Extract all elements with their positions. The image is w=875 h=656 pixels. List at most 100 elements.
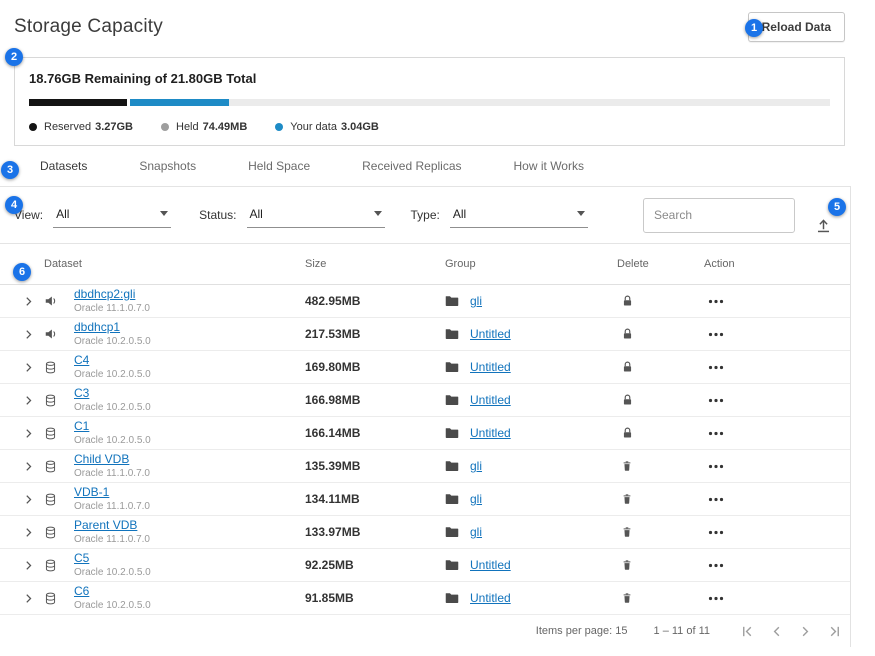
row-actions-button[interactable] bbox=[700, 596, 790, 601]
delete-cell[interactable] bbox=[613, 591, 700, 605]
delete-cell[interactable] bbox=[613, 459, 700, 473]
expand-row-button[interactable] bbox=[12, 428, 44, 439]
capacity-card: 18.76GB Remaining of 21.80GB Total Reser… bbox=[14, 57, 845, 146]
folder-icon bbox=[445, 361, 459, 373]
group-name-link[interactable]: gli bbox=[470, 492, 482, 506]
dataset-name-link[interactable]: C1 bbox=[74, 420, 305, 433]
row-actions-button[interactable] bbox=[700, 365, 790, 370]
dsource-speaker-icon bbox=[44, 327, 58, 341]
expand-row-button[interactable] bbox=[12, 395, 44, 406]
group-name-link[interactable]: Untitled bbox=[470, 393, 511, 407]
first-page-button[interactable] bbox=[740, 624, 755, 639]
tab-received-replicas[interactable]: Received Replicas bbox=[362, 159, 461, 173]
more-options-icon bbox=[708, 431, 724, 436]
delete-cell[interactable] bbox=[613, 426, 700, 440]
group-name-link[interactable]: gli bbox=[470, 459, 482, 473]
delete-cell[interactable] bbox=[613, 492, 700, 506]
size-cell: 217.53MB bbox=[305, 327, 445, 341]
group-name-link[interactable]: Untitled bbox=[470, 327, 511, 341]
chevron-right-icon bbox=[23, 593, 34, 604]
row-actions-button[interactable] bbox=[700, 299, 790, 304]
row-actions-button[interactable] bbox=[700, 431, 790, 436]
group-name-link[interactable]: Untitled bbox=[470, 591, 511, 605]
folder-icon bbox=[445, 295, 459, 307]
chevron-down-icon bbox=[577, 211, 585, 216]
folder-icon bbox=[445, 526, 459, 538]
group-cell: gli bbox=[445, 525, 613, 539]
group-name-link[interactable]: Untitled bbox=[470, 360, 511, 374]
lock-icon bbox=[621, 393, 634, 407]
expand-row-button[interactable] bbox=[12, 329, 44, 340]
status-filter-select[interactable]: All bbox=[247, 203, 385, 228]
vdb-database-icon bbox=[44, 427, 57, 440]
dataset-name-link[interactable]: dbdhcp1 bbox=[74, 321, 305, 334]
view-filter-value: All bbox=[56, 207, 69, 221]
status-filter-value: All bbox=[250, 207, 263, 221]
dataset-cell: VDB-1 Oracle 11.1.0.7.0 bbox=[74, 486, 305, 512]
expand-row-button[interactable] bbox=[12, 593, 44, 604]
row-actions-button[interactable] bbox=[700, 497, 790, 502]
tab-snapshots[interactable]: Snapshots bbox=[139, 159, 196, 173]
pagination-range: 1 – 11 of 11 bbox=[654, 625, 710, 637]
dataset-name-link[interactable]: C6 bbox=[74, 585, 305, 598]
next-page-button[interactable] bbox=[798, 624, 813, 639]
dataset-type-icon-cell bbox=[44, 327, 74, 341]
export-button[interactable] bbox=[815, 217, 832, 234]
expand-row-button[interactable] bbox=[12, 527, 44, 538]
tab-held-space[interactable]: Held Space bbox=[248, 159, 310, 173]
group-name-link[interactable]: Untitled bbox=[470, 426, 511, 440]
delete-cell[interactable] bbox=[613, 393, 700, 407]
last-page-button[interactable] bbox=[827, 624, 842, 639]
tab-datasets[interactable]: Datasets bbox=[40, 159, 87, 173]
column-header-size[interactable]: Size bbox=[305, 258, 445, 270]
delete-cell[interactable] bbox=[613, 558, 700, 572]
more-options-icon bbox=[708, 398, 724, 403]
folder-icon bbox=[445, 592, 459, 604]
delete-cell[interactable] bbox=[613, 294, 700, 308]
column-header-delete: Delete bbox=[613, 258, 700, 270]
dataset-name-link[interactable]: Child VDB bbox=[74, 453, 305, 466]
size-cell: 92.25MB bbox=[305, 558, 445, 572]
tab-how-it-works[interactable]: How it Works bbox=[514, 159, 584, 173]
expand-row-button[interactable] bbox=[12, 560, 44, 571]
expand-row-button[interactable] bbox=[12, 296, 44, 307]
group-cell: gli bbox=[445, 459, 613, 473]
type-filter-select[interactable]: All bbox=[450, 203, 588, 228]
delete-cell[interactable] bbox=[613, 525, 700, 539]
dataset-name-link[interactable]: VDB-1 bbox=[74, 486, 305, 499]
row-actions-button[interactable] bbox=[700, 464, 790, 469]
callout-3: 3 bbox=[1, 161, 19, 179]
previous-page-button[interactable] bbox=[769, 624, 784, 639]
group-cell: Untitled bbox=[445, 360, 613, 374]
dataset-name-link[interactable]: C5 bbox=[74, 552, 305, 565]
dataset-version: Oracle 10.2.0.5.0 bbox=[74, 402, 305, 413]
row-actions-button[interactable] bbox=[700, 398, 790, 403]
group-name-link[interactable]: gli bbox=[470, 525, 482, 539]
row-actions-button[interactable] bbox=[700, 563, 790, 568]
view-filter-select[interactable]: All bbox=[53, 203, 171, 228]
callout-2: 2 bbox=[5, 48, 23, 66]
more-options-icon bbox=[708, 596, 724, 601]
dataset-name-link[interactable]: dbdhcp2:gli bbox=[74, 288, 305, 301]
column-header-group[interactable]: Group bbox=[445, 258, 613, 270]
chevron-right-icon bbox=[23, 560, 34, 571]
dataset-name-link[interactable]: C4 bbox=[74, 354, 305, 367]
items-per-page-value[interactable]: 15 bbox=[615, 625, 627, 637]
delete-cell[interactable] bbox=[613, 360, 700, 374]
dataset-version: Oracle 10.2.0.5.0 bbox=[74, 336, 305, 347]
chevron-down-icon bbox=[160, 211, 168, 216]
dataset-name-link[interactable]: C3 bbox=[74, 387, 305, 400]
dataset-name-link[interactable]: Parent VDB bbox=[74, 519, 305, 532]
column-header-dataset[interactable]: Dataset bbox=[44, 258, 305, 270]
delete-cell[interactable] bbox=[613, 327, 700, 341]
search-input[interactable] bbox=[643, 198, 795, 233]
row-actions-button[interactable] bbox=[700, 332, 790, 337]
expand-row-button[interactable] bbox=[12, 461, 44, 472]
group-name-link[interactable]: Untitled bbox=[470, 558, 511, 572]
row-actions-button[interactable] bbox=[700, 530, 790, 535]
expand-row-button[interactable] bbox=[12, 494, 44, 505]
group-name-link[interactable]: gli bbox=[470, 294, 482, 308]
folder-icon bbox=[445, 328, 459, 340]
trash-icon bbox=[621, 591, 633, 605]
expand-row-button[interactable] bbox=[12, 362, 44, 373]
